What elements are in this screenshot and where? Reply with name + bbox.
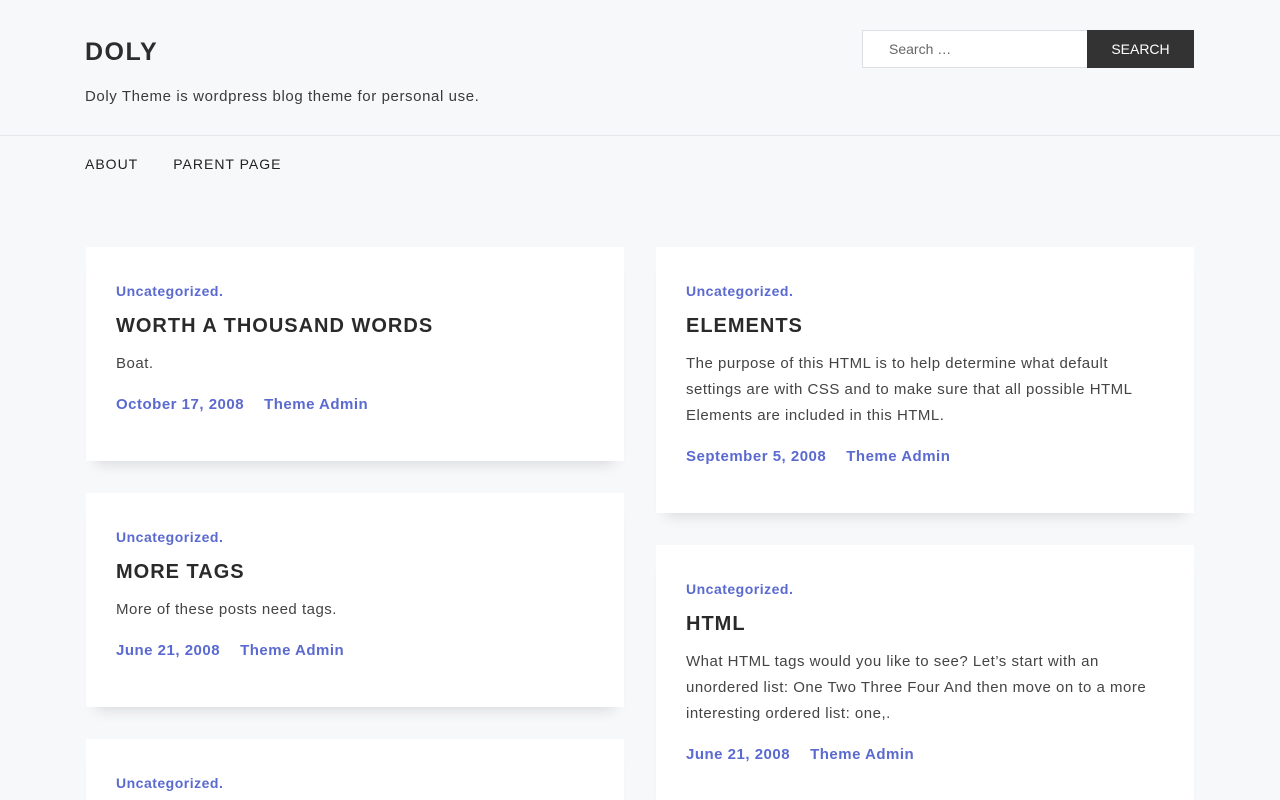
post-title[interactable]: HTML <box>686 612 1164 636</box>
category-link[interactable]: Uncategorized <box>116 283 219 299</box>
post-meta: October 17, 2008 Theme Admin <box>116 396 594 413</box>
post-author[interactable]: Theme Admin <box>846 448 950 465</box>
post-category: Uncategorized. <box>116 283 594 299</box>
post-card: Uncategorized. ELEMENTS The purpose of t… <box>656 247 1194 513</box>
post-category: Uncategorized. <box>686 581 1164 597</box>
post-excerpt: Boat. <box>116 355 154 372</box>
post-date[interactable]: September 5, 2008 <box>686 448 826 465</box>
category-separator: . <box>218 529 224 545</box>
search-button[interactable]: SEARCH <box>1087 30 1194 68</box>
category-separator: . <box>788 283 794 299</box>
category-link[interactable]: Uncategorized <box>116 529 219 545</box>
main-nav: ABOUT PARENT PAGE <box>85 156 316 172</box>
site-title[interactable]: DOLY <box>85 38 158 67</box>
post-category: Uncategorized. <box>116 775 594 791</box>
post-title[interactable]: WORTH A THOUSAND WORDS <box>116 314 594 338</box>
post-title[interactable]: ELEMENTS <box>686 314 1164 338</box>
post-excerpt: What HTML tags would you like to see? Le… <box>686 653 1147 722</box>
post-meta: June 21, 2008 Theme Admin <box>116 642 594 659</box>
category-link[interactable]: Uncategorized <box>686 581 789 597</box>
search-form: SEARCH <box>862 30 1194 68</box>
post-meta: June 21, 2008 Theme Admin <box>686 746 1164 763</box>
post-card: Uncategorized. HTML What HTML tags would… <box>656 545 1194 800</box>
post-date[interactable]: June 21, 2008 <box>116 642 220 659</box>
post-card: Uncategorized. MORE TAGS More of these p… <box>86 493 624 707</box>
post-author[interactable]: Theme Admin <box>264 396 368 413</box>
post-date[interactable]: June 21, 2008 <box>686 746 790 763</box>
category-separator: . <box>788 581 794 597</box>
post-category: Uncategorized. <box>686 283 1164 299</box>
site-header: DOLY Doly Theme is wordpress blog theme … <box>0 0 1280 136</box>
post-author[interactable]: Theme Admin <box>810 746 914 763</box>
post-excerpt: More of these posts need tags. <box>116 601 337 618</box>
post-title[interactable]: MORE TAGS <box>116 560 594 584</box>
nav-item-about[interactable]: ABOUT <box>85 156 138 172</box>
category-separator: . <box>218 283 224 299</box>
site-tagline: Doly Theme is wordpress blog theme for p… <box>85 88 480 105</box>
post-meta: September 5, 2008 Theme Admin <box>686 448 1164 465</box>
post-excerpt: The purpose of this HTML is to help dete… <box>686 355 1132 424</box>
category-link[interactable]: Uncategorized <box>686 283 789 299</box>
search-input[interactable] <box>862 30 1087 68</box>
nav-item-parent-page[interactable]: PARENT PAGE <box>173 156 281 172</box>
post-author[interactable]: Theme Admin <box>240 642 344 659</box>
category-link[interactable]: Uncategorized <box>116 775 219 791</box>
category-separator: . <box>218 775 224 791</box>
post-card: Uncategorized. <box>86 739 624 800</box>
post-category: Uncategorized. <box>116 529 594 545</box>
post-card: Uncategorized. WORTH A THOUSAND WORDS Bo… <box>86 247 624 461</box>
post-date[interactable]: October 17, 2008 <box>116 396 244 413</box>
